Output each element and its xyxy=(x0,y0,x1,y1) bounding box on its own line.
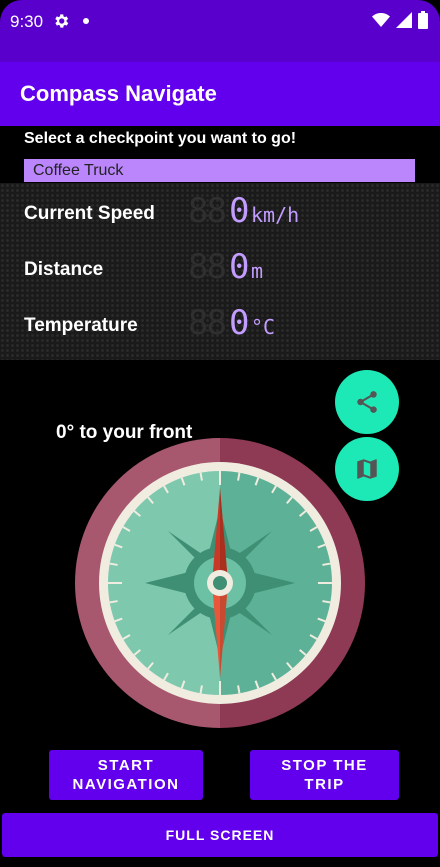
compass-tick xyxy=(109,600,118,604)
compass-tick xyxy=(199,685,203,694)
start-button-line2: NAVIGATION xyxy=(72,776,180,793)
speed-label: Current Speed xyxy=(24,203,155,224)
temperature-value: 0 xyxy=(229,303,250,343)
checkpoint-selected-value: Coffee Truck xyxy=(33,162,124,179)
compass-tick xyxy=(237,685,241,694)
stop-button-line2: TRIP xyxy=(304,776,345,793)
full-screen-button[interactable]: FULL SCREEN xyxy=(2,813,438,857)
checkpoint-prompt: Select a checkpoint you want to go! xyxy=(24,130,297,147)
status-icons xyxy=(372,11,428,29)
speed-unit: km/h xyxy=(251,203,300,227)
start-button-line1: START xyxy=(97,757,155,774)
temperature-ghost-digits: 88 xyxy=(188,303,227,343)
compass-tick xyxy=(237,472,241,481)
map-icon xyxy=(357,459,377,479)
app-screen: 9:30 Compass Navigate Select a checkpoin… xyxy=(0,0,440,867)
compass-tick xyxy=(199,472,203,481)
temperature-label: Temperature xyxy=(24,315,138,336)
wifi-icon xyxy=(372,13,390,27)
share-button[interactable] xyxy=(335,370,399,434)
status-bar: 9:30 xyxy=(0,0,440,62)
distance-value: 0 xyxy=(229,247,250,287)
stop-trip-button[interactable]: STOP THE TRIP xyxy=(250,750,399,800)
status-time: 9:30 xyxy=(10,12,44,31)
app-bar: Compass Navigate xyxy=(0,62,440,126)
map-button[interactable] xyxy=(335,437,399,501)
speed-value: 0 xyxy=(229,191,250,231)
readout-panel: Current Speed 88 0 km/h Distance 88 0 m … xyxy=(0,183,440,360)
stop-button-line1: STOP THE xyxy=(281,757,368,774)
compass-dial xyxy=(75,438,365,728)
signal-icon xyxy=(396,12,412,28)
start-navigation-button[interactable]: START NAVIGATION xyxy=(49,750,203,800)
compass-tick xyxy=(109,562,118,566)
app-title: Compass Navigate xyxy=(20,81,217,106)
distance-label: Distance xyxy=(24,259,104,280)
notification-dot-icon xyxy=(83,18,89,24)
temperature-unit: °C xyxy=(251,315,276,339)
battery-icon xyxy=(418,11,428,29)
compass-tick xyxy=(322,600,331,604)
gear-icon xyxy=(55,14,69,28)
distance-ghost-digits: 88 xyxy=(188,247,227,287)
checkpoint-select[interactable]: Coffee Truck xyxy=(24,159,415,182)
speed-ghost-digits: 88 xyxy=(188,191,227,231)
distance-unit: m xyxy=(251,259,264,283)
compass-tick xyxy=(322,562,331,566)
share-icon xyxy=(357,391,377,413)
